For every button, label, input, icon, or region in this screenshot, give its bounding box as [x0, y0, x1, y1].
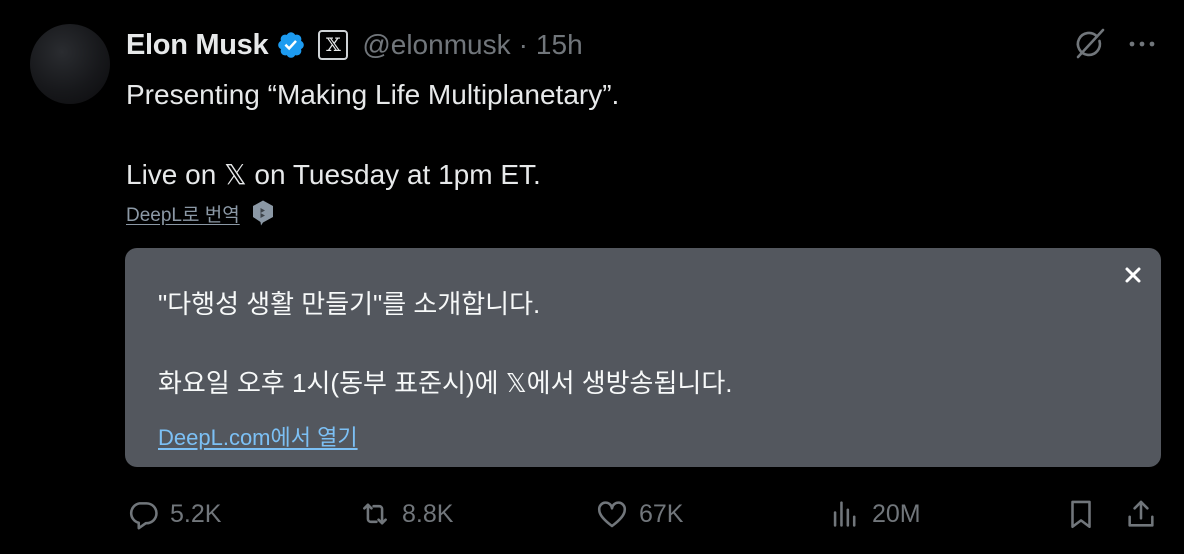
grok-icon[interactable]: [1072, 27, 1106, 61]
tweet-header: Elon Musk 𝕏 @elonmusk · 15h: [126, 26, 583, 64]
share-button[interactable]: [1124, 496, 1158, 532]
author-name[interactable]: Elon Musk: [126, 29, 269, 62]
translate-row: DeepL로 번역: [126, 199, 276, 227]
tweet-text-line-1: Presenting “Making Life Multiplanetary”.: [126, 79, 620, 110]
more-icon[interactable]: [1126, 28, 1158, 60]
reply-icon: [129, 502, 158, 530]
separator: ·: [518, 29, 528, 60]
like-count: 67K: [639, 499, 684, 528]
open-deepl-link[interactable]: DeepL.com에서 열기: [158, 420, 358, 452]
views-icon: [833, 501, 856, 527]
bookmark-button[interactable]: [1064, 496, 1098, 532]
bookmark-icon: [1071, 500, 1091, 529]
timestamp[interactable]: 15h: [536, 29, 583, 61]
share-icon: [1128, 500, 1154, 527]
author-handle[interactable]: @elonmusk: [362, 29, 510, 61]
close-icon[interactable]: [1122, 264, 1144, 286]
like-button[interactable]: 67K: [595, 496, 683, 532]
repost-icon: [363, 503, 387, 525]
deepl-icon[interactable]: [250, 199, 276, 227]
views-count: 20M: [872, 499, 921, 528]
repost-count: 8.8K: [402, 499, 454, 528]
like-icon: [597, 501, 627, 528]
translation-line-2: 화요일 오후 1시(동부 표준시)에 𝕏에서 생방송됩니다.: [158, 368, 733, 398]
views-button[interactable]: 20M: [828, 496, 921, 532]
translate-link[interactable]: DeepL로 번역: [126, 200, 240, 227]
verified-badge-icon[interactable]: [276, 30, 306, 60]
repost-button[interactable]: 8.8K: [358, 496, 453, 532]
affiliation-badge[interactable]: 𝕏: [318, 30, 349, 60]
translation-line-1: "다행성 생활 만들기"를 소개합니다.: [158, 289, 541, 319]
reply-button[interactable]: 5.2K: [126, 496, 221, 532]
tweet-text-line-2: Live on 𝕏 on Tuesday at 1pm ET.: [126, 159, 541, 190]
avatar[interactable]: [30, 24, 110, 104]
reply-count: 5.2K: [170, 499, 222, 528]
